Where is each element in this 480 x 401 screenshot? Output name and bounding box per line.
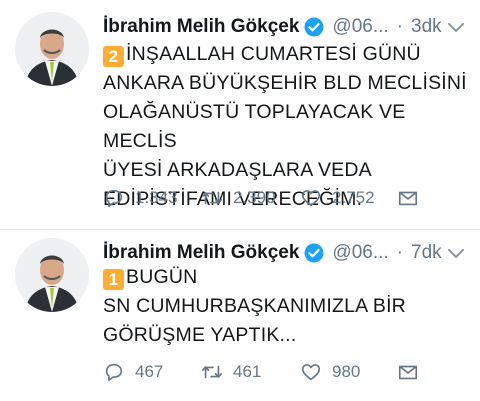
reply-icon	[105, 363, 123, 382]
reply-count: 1.343	[135, 188, 178, 207]
reply-icon	[105, 189, 123, 208]
timestamp[interactable]: 3dk	[411, 16, 442, 38]
retweet-icon	[202, 191, 222, 205]
retweet-count: 461	[233, 362, 262, 381]
number-badge: 1	[103, 269, 124, 290]
separator-dot: ·	[396, 242, 403, 263]
chevron-down-icon[interactable]	[446, 243, 466, 263]
author-handle[interactable]: @06...	[332, 242, 388, 264]
retweet-icon	[202, 365, 222, 379]
text-line: GÖRÜŞME YAPTIK...	[103, 324, 297, 346]
separator-dot: ·	[396, 16, 403, 37]
number-badge: 2	[103, 46, 124, 67]
verified-icon	[304, 17, 324, 37]
share-button[interactable]	[397, 357, 429, 387]
tweet-actions: 1.343 2.390 2.752	[103, 183, 473, 213]
author-name[interactable]: İbrahim Melih Gökçek	[103, 16, 299, 38]
chevron-down-icon[interactable]	[446, 17, 466, 37]
text-line: ANKARA BÜYÜKŞEHİR BLD MECLİSİNİ	[103, 72, 467, 94]
like-count: 2.752	[332, 188, 375, 207]
tweet-header: İbrahim Melih Gökçek @06... · 3dk	[103, 12, 442, 42]
avatar[interactable]	[15, 238, 89, 312]
text-line: 2 İNŞAALLAH CUMARTESİ GÜNÜ	[103, 40, 473, 69]
like-count: 980	[332, 362, 361, 381]
tweet[interactable]: İbrahim Melih Gökçek @06... · 7dk 1 BUGÜN…	[0, 229, 480, 401]
like-button[interactable]: 2.752	[300, 183, 375, 213]
avatar[interactable]	[15, 12, 89, 86]
share-button[interactable]	[397, 183, 429, 213]
like-button[interactable]: 980	[300, 357, 360, 387]
retweet-count: 2.390	[233, 188, 276, 207]
verified-icon	[304, 243, 324, 263]
author-handle[interactable]: @06...	[332, 16, 388, 38]
reply-count: 467	[135, 362, 164, 381]
retweet-button[interactable]: 2.390	[201, 183, 276, 213]
timestamp[interactable]: 7dk	[411, 242, 442, 264]
share-icon	[398, 365, 418, 380]
reply-button[interactable]: 467	[103, 357, 163, 387]
author-name[interactable]: İbrahim Melih Gökçek	[103, 242, 299, 264]
like-icon	[301, 364, 321, 381]
tweet-actions: 467 461 980	[103, 357, 473, 387]
text-line: OLAĞANÜSTÜ TOPLAYACAK VE MECLİS	[103, 101, 406, 152]
retweet-button[interactable]: 461	[201, 357, 261, 387]
reply-button[interactable]: 1.343	[103, 183, 178, 213]
tweet-text: 1 BUGÜN SN CUMHURBAŞKANIMIZLA BİR GÖRÜŞME…	[103, 263, 473, 350]
share-icon	[398, 191, 418, 206]
tweet[interactable]: İbrahim Melih Gökçek @06... · 3dk 2 İNŞAA…	[0, 0, 480, 229]
text-line: ÜYESİ ARKADAŞLARA VEDA	[103, 159, 372, 181]
text-line: 1 BUGÜN	[103, 263, 473, 292]
text-line: SN CUMHURBAŞKANIMIZLA BİR	[103, 295, 406, 317]
like-icon	[301, 190, 321, 207]
